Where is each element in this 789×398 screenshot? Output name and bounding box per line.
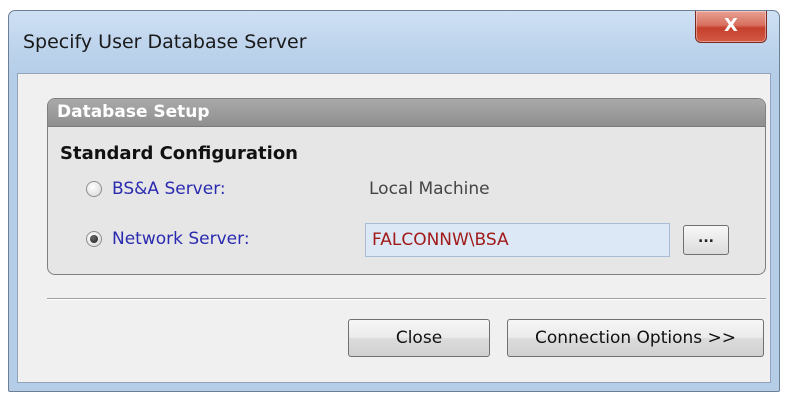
radio-button-unchecked[interactable] xyxy=(86,181,102,197)
radio-button-checked[interactable] xyxy=(86,231,102,247)
close-button[interactable]: Close xyxy=(348,319,490,357)
radio-label-bsa-server[interactable]: BS&A Server: xyxy=(112,179,226,199)
radio-label-network-server[interactable]: Network Server: xyxy=(112,229,250,249)
radio-bsa-server[interactable]: BS&A Server: xyxy=(86,177,226,201)
divider xyxy=(47,298,766,300)
window-close-button[interactable]: X xyxy=(695,11,767,43)
radio-network-server[interactable]: Network Server: xyxy=(86,227,250,251)
title-bar[interactable]: Specify User Database Server X xyxy=(9,11,779,73)
window-title: Specify User Database Server xyxy=(23,31,307,53)
database-setup-group: Database Setup Standard Configuration BS… xyxy=(47,98,766,275)
bsa-server-value: Local Machine xyxy=(369,179,490,199)
dialog-client-area: Database Setup Standard Configuration BS… xyxy=(17,73,771,383)
browse-button[interactable]: ... xyxy=(683,225,729,255)
group-header: Database Setup xyxy=(48,99,765,127)
connection-options-button[interactable]: Connection Options >> xyxy=(507,319,764,357)
close-icon: X xyxy=(724,15,738,36)
section-title: Standard Configuration xyxy=(60,143,298,164)
dialog-window: Specify User Database Server X Database … xyxy=(8,10,780,392)
network-server-input[interactable]: FALCONNW\BSA xyxy=(365,223,670,257)
